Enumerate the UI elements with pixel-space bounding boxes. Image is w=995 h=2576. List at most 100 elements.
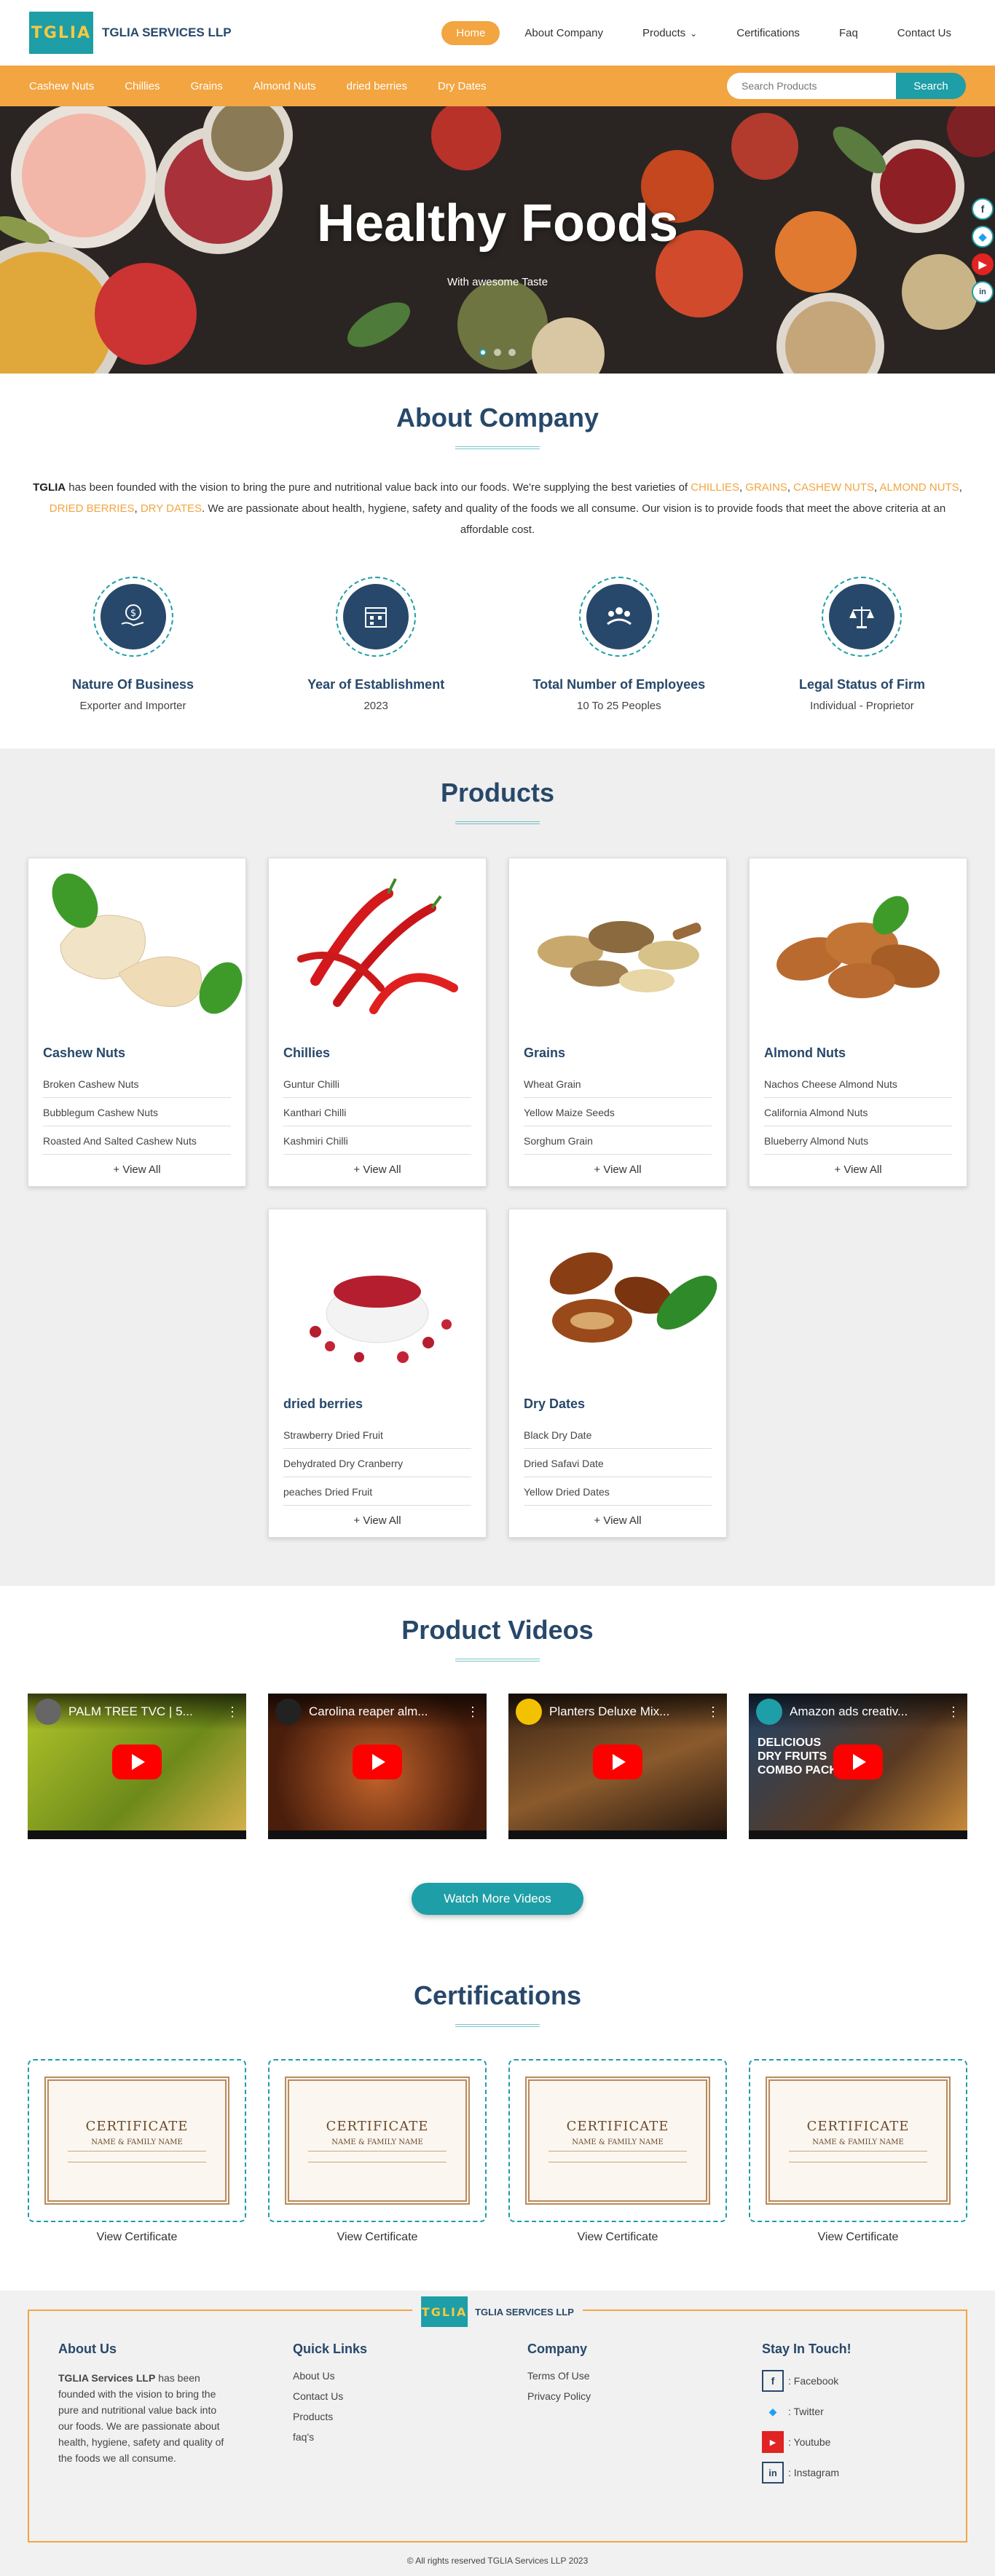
category-berries[interactable]: dried berries [347,80,407,92]
video-title[interactable]: Amazon ads creativ... [790,1704,940,1719]
product-card[interactable]: Chillies Guntur Chilli Kanthari Chilli K… [268,858,487,1187]
twitter-icon[interactable]: ◆ [972,226,994,248]
product-list-item[interactable]: Bubblegum Cashew Nuts [43,1098,231,1126]
view-all-link[interactable]: + View All [750,1163,967,1176]
more-menu-icon[interactable]: ⋮ [707,1704,720,1720]
video-embed[interactable]: PALM TREE TVC | 5... ⋮ [28,1694,246,1839]
brand-logo[interactable]: TGLIA TGLIA SERVICES LLP [29,12,232,54]
social-linkedin[interactable]: in: Instagram [762,2462,937,2484]
certificate-image[interactable]: CERTIFICATE NAME & FAMILY NAME [508,2059,727,2222]
view-all-link[interactable]: + View All [28,1163,245,1176]
video-embed[interactable]: Amazon ads creativ... ⋮ DELICIOUS DRY FRUI… [749,1694,967,1839]
certificate-card[interactable]: CERTIFICATE NAME & FAMILY NAME View Certi… [508,2059,727,2244]
category-grains[interactable]: Grains [191,80,223,92]
slider-dot-1[interactable] [479,349,487,356]
more-menu-icon[interactable]: ⋮ [226,1704,239,1720]
product-list-item[interactable]: Dehydrated Dry Cranberry [283,1449,471,1477]
search-input[interactable] [727,73,896,99]
play-icon[interactable] [353,1745,402,1779]
certificate-image[interactable]: CERTIFICATE NAME & FAMILY NAME [28,2059,246,2222]
view-all-link[interactable]: + View All [269,1163,486,1176]
footer-link-products[interactable]: Products [293,2411,468,2422]
category-almond[interactable]: Almond Nuts [253,80,316,92]
linkedin-icon[interactable]: in [972,281,994,303]
play-icon[interactable] [593,1745,642,1779]
product-list-item[interactable]: Nachos Cheese Almond Nuts [764,1070,952,1098]
play-icon[interactable] [833,1745,883,1779]
certificate-card[interactable]: CERTIFICATE NAME & FAMILY NAME View Certi… [749,2059,967,2244]
facebook-icon[interactable]: f [972,198,994,220]
product-list-item[interactable]: Yellow Dried Dates [524,1477,712,1506]
channel-avatar[interactable] [275,1699,302,1725]
view-certificate-link[interactable]: View Certificate [508,2231,727,2244]
view-certificate-link[interactable]: View Certificate [268,2231,487,2244]
video-embed[interactable]: Carolina reaper alm... ⋮ [268,1694,487,1839]
youtube-icon[interactable]: ▶ [972,253,994,275]
view-certificate-link[interactable]: View Certificate [28,2231,246,2244]
social-youtube[interactable]: ▶: Youtube [762,2431,937,2453]
product-card[interactable]: Cashew Nuts Broken Cashew Nuts Bubblegum… [28,858,246,1187]
twitter-icon[interactable]: ◆ [762,2401,784,2422]
footer-link-about[interactable]: About Us [293,2370,468,2382]
product-list-item[interactable]: Yellow Maize Seeds [524,1098,712,1126]
slider-dot-3[interactable] [508,349,516,356]
nav-certifications[interactable]: Certifications [722,21,814,45]
channel-avatar[interactable] [756,1699,782,1725]
view-all-link[interactable]: + View All [269,1514,486,1527]
view-certificate-link[interactable]: View Certificate [749,2231,967,2244]
product-list-item[interactable]: Dried Safavi Date [524,1449,712,1477]
product-list-item[interactable]: Strawberry Dried Fruit [283,1421,471,1449]
footer-link-terms[interactable]: Terms Of Use [527,2370,702,2382]
product-card[interactable]: Dry Dates Black Dry Date Dried Safavi Da… [508,1209,727,1538]
product-list-item[interactable]: Kashmiri Chilli [283,1126,471,1155]
product-list-item[interactable]: Roasted And Salted Cashew Nuts [43,1126,231,1155]
nav-about[interactable]: About Company [510,21,618,45]
nav-products[interactable]: Products ⌄ [628,21,712,45]
view-all-link[interactable]: + View All [509,1514,726,1527]
footer-link-contact[interactable]: Contact Us [293,2390,468,2402]
facebook-icon[interactable]: f [762,2370,784,2392]
product-list-item[interactable]: Black Dry Date [524,1421,712,1449]
category-chillies[interactable]: Chillies [125,80,160,92]
nav-faq[interactable]: Faq [825,21,873,45]
product-list-item[interactable]: Wheat Grain [524,1070,712,1098]
product-list-item[interactable]: California Almond Nuts [764,1098,952,1126]
video-title[interactable]: PALM TREE TVC | 5... [68,1704,219,1719]
play-icon[interactable] [112,1745,162,1779]
certificate-card[interactable]: CERTIFICATE NAME & FAMILY NAME View Certi… [28,2059,246,2244]
nav-home[interactable]: Home [441,20,500,45]
social-facebook[interactable]: f: Facebook [762,2370,937,2392]
social-twitter[interactable]: ◆: Twitter [762,2401,937,2422]
certificate-card[interactable]: CERTIFICATE NAME & FAMILY NAME View Certi… [268,2059,487,2244]
video-embed[interactable]: Planters Deluxe Mix... ⋮ [508,1694,727,1839]
product-card[interactable]: Grains Wheat Grain Yellow Maize Seeds So… [508,858,727,1187]
video-title[interactable]: Planters Deluxe Mix... [549,1704,699,1719]
nav-contact[interactable]: Contact Us [883,21,966,45]
product-list-item[interactable]: Kanthari Chilli [283,1098,471,1126]
category-cashew[interactable]: Cashew Nuts [29,80,94,92]
product-list-item[interactable]: Guntur Chilli [283,1070,471,1098]
product-list-item[interactable]: Blueberry Almond Nuts [764,1126,952,1155]
search-button[interactable]: Search [896,73,966,99]
more-menu-icon[interactable]: ⋮ [947,1704,960,1720]
watch-more-videos-button[interactable]: Watch More Videos [412,1883,583,1915]
channel-avatar[interactable] [35,1699,61,1725]
product-list-item[interactable]: Sorghum Grain [524,1126,712,1155]
more-menu-icon[interactable]: ⋮ [466,1704,479,1720]
product-list-item[interactable]: Broken Cashew Nuts [43,1070,231,1098]
certificate-image[interactable]: CERTIFICATE NAME & FAMILY NAME [749,2059,967,2222]
youtube-icon[interactable]: ▶ [762,2431,784,2453]
certificate-image[interactable]: CERTIFICATE NAME & FAMILY NAME [268,2059,487,2222]
linkedin-icon[interactable]: in [762,2462,784,2484]
footer-link-privacy[interactable]: Privacy Policy [527,2390,702,2402]
slider-dot-2[interactable] [494,349,501,356]
footer-link-faq[interactable]: faq's [293,2431,468,2443]
view-all-link[interactable]: + View All [509,1163,726,1176]
video-title[interactable]: Carolina reaper alm... [309,1704,459,1719]
footer-logo[interactable]: TGLIA TGLIA SERVICES LLP [412,2296,583,2327]
category-dates[interactable]: Dry Dates [438,80,487,92]
product-card[interactable]: Almond Nuts Nachos Cheese Almond Nuts Ca… [749,858,967,1187]
product-list-item[interactable]: peaches Dried Fruit [283,1477,471,1506]
product-card[interactable]: dried berries Strawberry Dried Fruit Deh… [268,1209,487,1538]
channel-avatar[interactable] [516,1699,542,1725]
